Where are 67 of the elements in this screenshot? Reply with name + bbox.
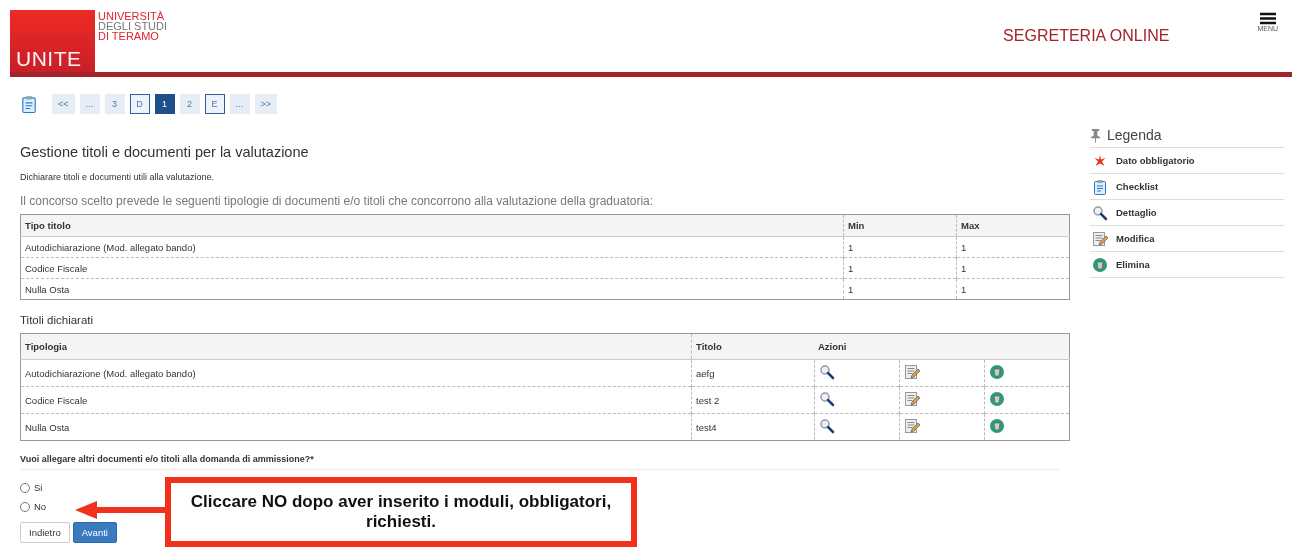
callout-box: Cliccare NO dopo aver inserito i moduli, obbligatori, richiesti. bbox=[165, 477, 637, 547]
table-cell: 1 bbox=[956, 257, 1070, 279]
page-button[interactable]: 3 bbox=[104, 94, 125, 114]
column-header: Min bbox=[843, 214, 957, 237]
table-cell: Nulla Osta bbox=[20, 278, 844, 300]
legend-title: Legenda bbox=[1107, 127, 1162, 143]
table-cell: Autodichiarazione (Mod. allegato bando) bbox=[20, 236, 844, 258]
column-header: Tipologia bbox=[20, 333, 692, 360]
intro-text: Il concorso scelto prevede le seguenti tipologie di documenti e/o titoli che concorrono alla valutazione della graduatoria: bbox=[20, 194, 655, 208]
column-header: Titolo bbox=[691, 333, 814, 360]
description: Dichiarare titoli e documenti utili alla valutazione. bbox=[20, 172, 216, 182]
column-header: Tipo titolo bbox=[20, 214, 844, 237]
radio-option[interactable]: No bbox=[20, 501, 47, 512]
magnifier-icon bbox=[818, 364, 835, 380]
page-button[interactable]: ... bbox=[79, 94, 100, 114]
logo-text: DEGLI STUDI bbox=[98, 21, 168, 31]
table-cell: Codice Fiscale bbox=[20, 386, 692, 414]
page-button[interactable]: 1 bbox=[154, 94, 175, 114]
menu-icon bbox=[1259, 12, 1276, 25]
legend-label: Elimina bbox=[1116, 259, 1150, 270]
page-button[interactable]: 2 bbox=[179, 94, 200, 114]
table-cell: test 2 bbox=[691, 386, 814, 414]
table-cell: 1 bbox=[843, 236, 957, 258]
table-cell: test4 bbox=[691, 413, 814, 441]
legend-label: Dato obbligatorio bbox=[1116, 155, 1195, 166]
page-title: Gestione titoli e documenti per la valutazione bbox=[20, 144, 310, 160]
page-button[interactable]: D bbox=[129, 94, 150, 114]
bin-icon bbox=[988, 391, 1005, 407]
page-button[interactable]: E bbox=[204, 94, 225, 114]
page-button[interactable]: ... bbox=[229, 94, 250, 114]
table-cell: 1 bbox=[843, 257, 957, 279]
question-label: Vuoi allegare altri documenti e/o titoli alla domanda di ammissione?* bbox=[20, 454, 1060, 470]
logo-text: DI TERAMO bbox=[98, 31, 160, 41]
table-cell: aefg bbox=[691, 359, 814, 387]
table-cell: 1 bbox=[956, 236, 1070, 258]
table-cell: 1 bbox=[956, 278, 1070, 300]
clipboard-icon[interactable] bbox=[20, 94, 38, 114]
document-pencil-icon bbox=[903, 391, 920, 407]
magnifier-icon bbox=[818, 418, 835, 434]
logo-mark: UNITE bbox=[15, 47, 82, 72]
table-cell: Nulla Osta bbox=[20, 413, 692, 441]
logo-text: UNIVERSITÀ bbox=[98, 11, 165, 21]
clipboard-icon bbox=[1092, 178, 1108, 195]
bin-icon bbox=[988, 364, 1005, 380]
magnifier-icon bbox=[1092, 204, 1108, 221]
pin-icon bbox=[1090, 127, 1101, 143]
table-cell: Autodichiarazione (Mod. allegato bando) bbox=[20, 359, 692, 387]
legend-label: Dettaglio bbox=[1116, 207, 1157, 218]
legend-label: Checklist bbox=[1116, 181, 1159, 192]
column-header: Max bbox=[956, 214, 1070, 237]
table-cell: Codice Fiscale bbox=[20, 257, 844, 279]
site-title: SEGRETERIA ONLINE bbox=[1003, 27, 1170, 45]
column-header: Azioni bbox=[814, 333, 1070, 360]
bin-icon bbox=[988, 418, 1005, 434]
radio-option[interactable]: Si bbox=[20, 482, 43, 493]
page-button[interactable]: >> bbox=[254, 94, 278, 114]
next-button[interactable]: Avanti bbox=[72, 522, 117, 543]
document-pencil-icon bbox=[903, 364, 920, 380]
document-pencil-icon bbox=[1092, 230, 1108, 247]
magnifier-icon bbox=[818, 391, 835, 407]
section-title: Titoli dichiarati bbox=[20, 314, 95, 326]
table-cell: 1 bbox=[843, 278, 957, 300]
document-pencil-icon bbox=[903, 418, 920, 434]
page-button[interactable]: << bbox=[52, 94, 75, 114]
bin-icon bbox=[1092, 256, 1108, 273]
back-button[interactable]: Indietro bbox=[20, 522, 70, 543]
legend-label: Modifica bbox=[1116, 233, 1155, 244]
